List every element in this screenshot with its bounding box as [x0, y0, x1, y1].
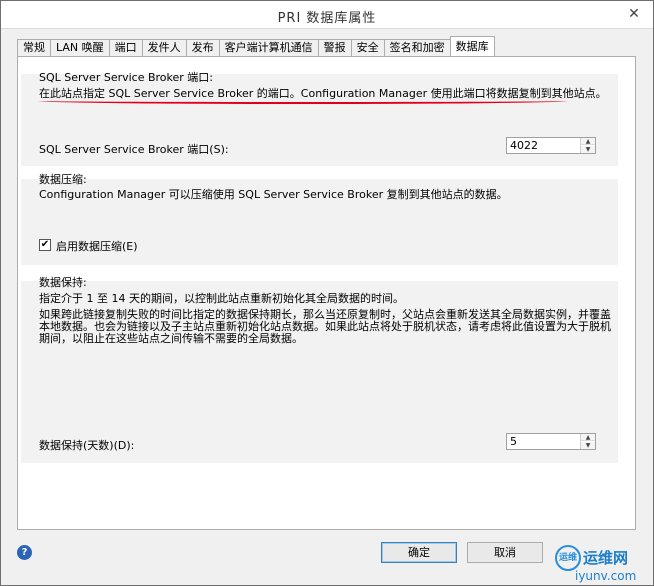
broker-port-label: SQL Server Service Broker 端口(S):	[39, 143, 229, 156]
properties-dialog: PRI 数据库属性 ✕ 常规 LAN 唤醒 端口 发件人 发布 客户端计算机通信…	[0, 0, 654, 586]
enable-compression-label[interactable]: 启用数据压缩(E)	[56, 238, 138, 254]
ok-button[interactable]: 确定	[381, 542, 457, 563]
tab-strip: 常规 LAN 唤醒 端口 发件人 发布 客户端计算机通信 警报 安全 签名和加密…	[17, 36, 495, 56]
tab-general[interactable]: 常规	[17, 39, 51, 56]
compression-description: Configuration Manager 可以压缩使用 SQL Server …	[39, 188, 508, 201]
tab-wake-on-lan[interactable]: LAN 唤醒	[50, 39, 110, 56]
enable-compression-checkbox[interactable]: ✔	[39, 239, 51, 251]
tab-ports[interactable]: 端口	[108, 39, 143, 56]
retention-days-stepper[interactable]: 5 ▲ ▼	[506, 433, 596, 450]
spin-up-icon[interactable]: ▲	[581, 434, 595, 441]
retention-paragraph: 如果跨此链接复制失败的时间比指定的数据保持期长，那么当还原复制时，父站点会重新发…	[39, 308, 611, 345]
tab-signing-encryption[interactable]: 签名和加密	[383, 39, 451, 56]
retention-line1: 指定介于 1 至 14 天的期间，以控制此站点重新初始化其全局数据的时间。	[39, 292, 404, 305]
tab-client-communication[interactable]: 客户端计算机通信	[218, 39, 319, 56]
broker-port-value[interactable]: 4022	[510, 139, 538, 152]
broker-heading: SQL Server Service Broker 端口:	[39, 71, 214, 84]
tab-publishing[interactable]: 发布	[185, 39, 220, 56]
window-title: PRI 数据库属性	[277, 11, 377, 26]
spin-down-icon[interactable]: ▼	[581, 146, 595, 153]
close-icon[interactable]: ✕	[621, 4, 647, 24]
title-bar: PRI 数据库属性 ✕	[1, 1, 653, 29]
tab-security[interactable]: 安全	[350, 39, 385, 56]
compression-heading: 数据压缩:	[39, 173, 87, 186]
watermark-logo-icon: 运维	[555, 545, 581, 571]
annotation-underline	[39, 98, 567, 104]
broker-port-stepper[interactable]: 4022 ▲ ▼	[506, 137, 596, 154]
tab-sender[interactable]: 发件人	[141, 39, 187, 56]
tab-alerts[interactable]: 警报	[317, 39, 352, 56]
help-icon[interactable]: ?	[17, 545, 32, 560]
spin-buttons: ▲ ▼	[580, 138, 595, 153]
spin-down-icon[interactable]: ▼	[581, 442, 595, 449]
retention-days-value[interactable]: 5	[510, 435, 517, 448]
spin-up-icon[interactable]: ▲	[581, 138, 595, 145]
tab-database[interactable]: 数据库	[449, 36, 495, 56]
spin-buttons: ▲ ▼	[580, 434, 595, 449]
retention-days-label: 数据保持(天数)(D):	[39, 439, 135, 452]
cancel-button[interactable]: 取消	[467, 542, 543, 563]
watermark-main: 运维网	[583, 549, 629, 567]
retention-heading: 数据保持:	[39, 276, 87, 289]
watermark-sub: iyunv.com	[575, 569, 637, 583]
site-watermark: 运维 运维网 iyunv.com	[555, 545, 651, 583]
